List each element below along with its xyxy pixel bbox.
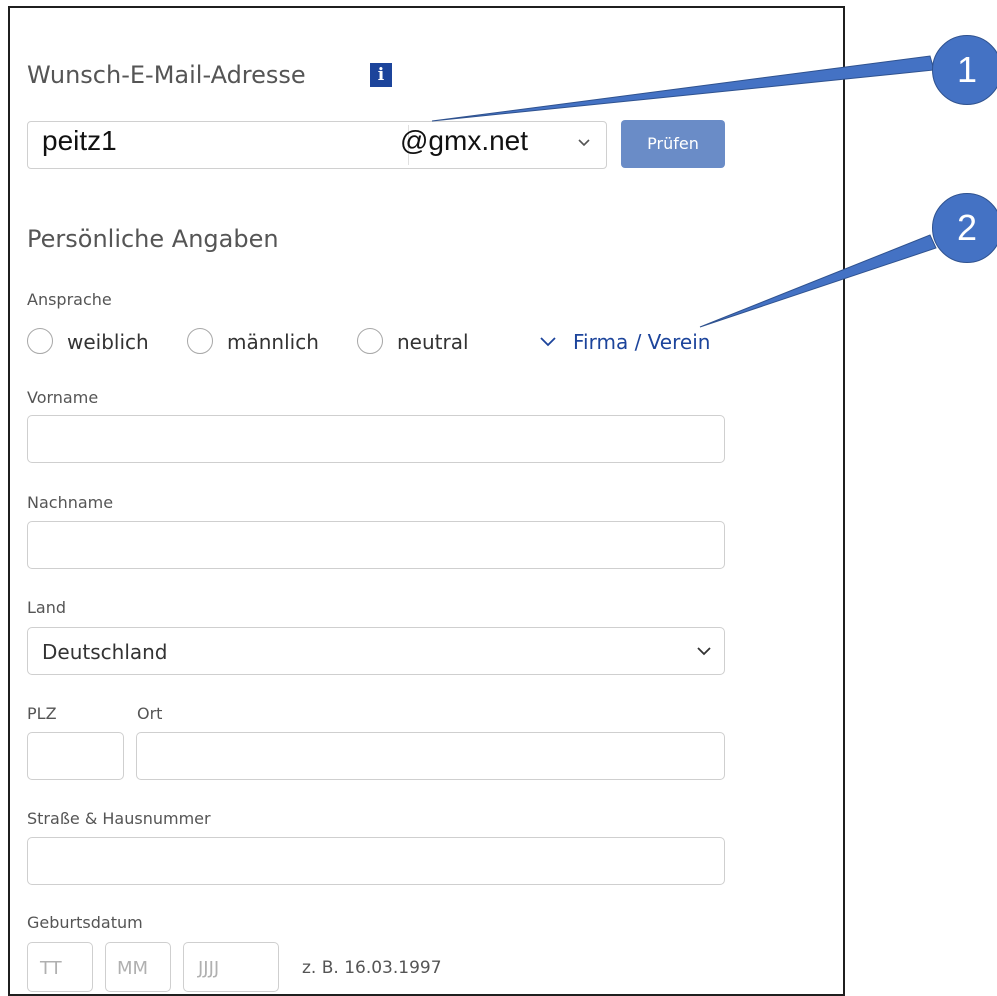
arrow-1 [431,55,935,122]
arrow-2 [699,234,937,328]
annotation-arrows [431,55,937,328]
annotation-badge-1: 1 [932,35,997,105]
annotation-badge-2: 2 [932,193,997,263]
